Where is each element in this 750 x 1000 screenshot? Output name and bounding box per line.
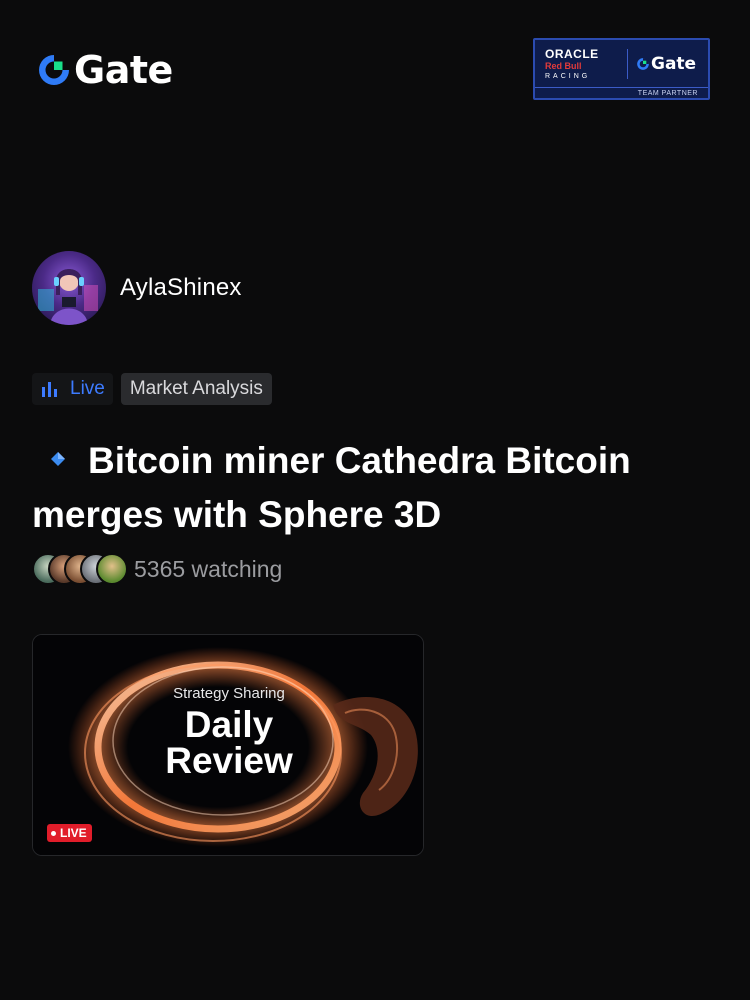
partner-gate-icon <box>637 57 649 70</box>
gate-logo[interactable]: Gate <box>36 50 173 90</box>
live-badge: LIVE <box>47 824 92 842</box>
partner-caption: TEAM PARTNER <box>637 89 698 97</box>
live-dot-icon <box>51 830 56 836</box>
watching-count: 5365 watching <box>134 555 283 582</box>
viewer-avatars <box>32 553 128 585</box>
video-title: Daily Review <box>33 704 423 781</box>
post-title-text: Bitcoin miner Cathedra Bitcoin merges wi… <box>32 440 631 535</box>
gate-logo-icon <box>39 55 69 85</box>
live-tag[interactable]: Live <box>32 373 113 405</box>
avatar-image <box>38 269 98 325</box>
video-subtitle: Strategy Sharing <box>173 685 285 702</box>
video-title-line2: Review <box>165 740 293 781</box>
author-row[interactable]: AylaShinex <box>32 251 242 325</box>
team-partner-badge: ORACLE Red Bull RACING Gate TEAM PARTNER <box>533 38 710 100</box>
watchers-row: 5365 watching <box>32 553 282 585</box>
author-name[interactable]: AylaShinex <box>120 274 242 302</box>
live-video-card[interactable]: Strategy Sharing Daily Review LIVE <box>32 634 424 856</box>
category-tag[interactable]: Market Analysis <box>120 373 272 405</box>
partner-racing-text: RACING <box>545 72 591 80</box>
diamond-icon <box>51 452 65 466</box>
video-title-line1: Daily <box>184 704 274 745</box>
avatar[interactable] <box>32 251 106 325</box>
partner-divider <box>627 48 628 79</box>
partner-oracle-text: ORACLE <box>545 46 599 61</box>
post-tags: Live Market Analysis <box>32 373 272 405</box>
bar-chart-icon <box>42 382 57 397</box>
gate-logo-text: Gate <box>74 48 173 92</box>
post-title[interactable]: Bitcoin miner Cathedra Bitcoin merges wi… <box>32 434 712 542</box>
live-tag-label: Live <box>70 378 105 399</box>
partner-gate-text: Gate <box>651 53 697 74</box>
partner-redbull-text: Red Bull <box>545 60 582 71</box>
live-badge-label: LIVE <box>60 826 87 840</box>
viewer-avatar <box>96 553 128 585</box>
